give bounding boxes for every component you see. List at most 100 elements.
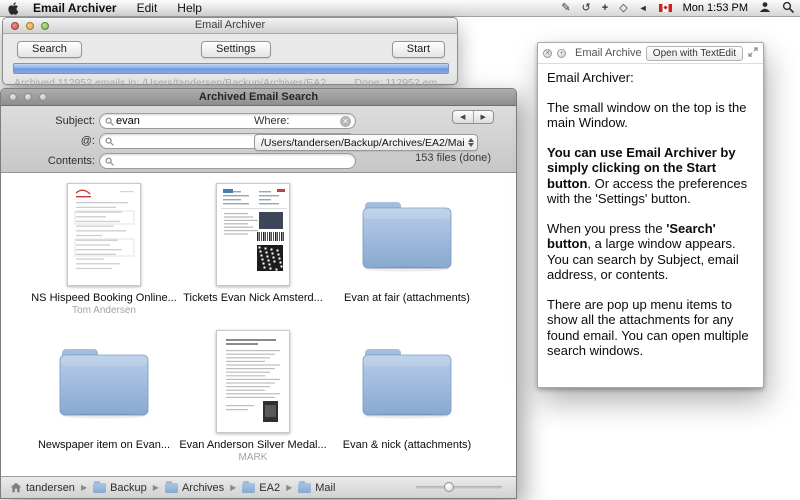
item-label: NS Hispeed Booking Online...	[29, 292, 179, 304]
search-window-titlebar[interactable]: Archived Email Search	[1, 89, 516, 106]
home-icon	[10, 482, 22, 493]
clear-icon[interactable]: ✕	[340, 116, 351, 127]
path-segment-label: Archives	[182, 482, 224, 494]
where-popup-value: /Users/tandersen/Backup/Archives/EA2/Mai…	[261, 137, 464, 149]
popup-arrows-icon	[464, 135, 477, 150]
zoom-button[interactable]	[39, 93, 47, 101]
path-bar: tandersen▶Backup▶Archives▶EA2▶Mail	[1, 476, 516, 498]
path-segment-label: Backup	[110, 482, 147, 494]
item-label: Evan at fair (attachments)	[332, 292, 482, 304]
chevron-right-icon: ▶	[153, 483, 159, 492]
back-forward-control[interactable]: ◀ ▶	[452, 110, 494, 124]
search-results-grid: NS Hispeed Booking Online...Tom Andersen…	[1, 173, 516, 476]
path-segment-ea2[interactable]: EA2	[242, 482, 280, 494]
chevron-right-icon: ▶	[286, 483, 292, 492]
paragraph: When you press the 'Search' button, a la…	[547, 221, 754, 283]
start-button[interactable]: Start	[392, 41, 445, 58]
diamond-icon[interactable]: ◇	[619, 0, 627, 16]
quicklook-title: Email Archiver.rtf	[571, 47, 641, 59]
main-window-titlebar[interactable]: Email Archiver	[3, 18, 457, 34]
zoom-button[interactable]	[41, 22, 49, 30]
folder-item[interactable]: Evan & nick (attachments)	[332, 326, 482, 464]
forward-icon[interactable]: ▶	[474, 111, 494, 123]
minimize-button[interactable]	[26, 22, 34, 30]
quicklook-window: ✕ + Email Archiver.rtf Open with TextEdi…	[537, 42, 764, 388]
item-subtitle	[178, 305, 328, 317]
where-popup-menu[interactable]: /Users/tandersen/Backup/Archives/EA2/Mai…	[254, 134, 478, 151]
spotlight-search-icon[interactable]	[782, 1, 794, 16]
contents-search-field[interactable]	[99, 153, 356, 169]
apple-icon[interactable]	[8, 2, 19, 15]
path-segment-label: EA2	[259, 482, 280, 494]
time-machine-icon[interactable]: ↺	[582, 0, 591, 16]
close-button[interactable]	[9, 93, 17, 101]
email-archiver-main-window: Email Archiver Search Settings Start Arc…	[2, 17, 458, 85]
item-subtitle	[332, 452, 482, 464]
document-thumbnail	[67, 183, 141, 286]
file-item[interactable]: Evan Anderson Silver Medal...MARK	[178, 326, 328, 464]
paragraph: Email Archiver:	[547, 70, 754, 86]
archived-email-search-window: Archived Email Search ◀ ▶ Subject: ✕ @: …	[0, 88, 517, 499]
folder-icon	[52, 341, 156, 421]
paragraph: There are pop up menu items to show all …	[547, 297, 754, 359]
search-window-title: Archived Email Search	[199, 91, 318, 103]
open-with-textedit-button[interactable]: Open with TextEdit	[646, 46, 743, 61]
item-subtitle	[332, 305, 482, 317]
quicklook-titlebar[interactable]: ✕ + Email Archiver.rtf Open with TextEdi…	[538, 43, 763, 64]
path-segment-archives[interactable]: Archives	[165, 482, 224, 494]
close-button[interactable]	[11, 22, 19, 30]
contents-label: Contents:	[37, 155, 95, 167]
folder-icon	[298, 483, 311, 493]
folder-item[interactable]: Newspaper item on Evan...	[29, 326, 179, 464]
paragraph: You can use Email Archiver by simply cli…	[547, 145, 754, 207]
progress-fill	[14, 64, 448, 73]
menu-help[interactable]: Help	[177, 1, 202, 15]
file-item[interactable]: Tickets Evan Nick Amsterd...	[178, 179, 328, 317]
archive-progress-bar	[13, 63, 449, 74]
path-segment-label: Mail	[315, 482, 335, 494]
minimize-button[interactable]	[24, 93, 32, 101]
menu-clock[interactable]: Mon 1:53 PM	[683, 2, 748, 14]
item-subtitle: MARK	[178, 452, 328, 464]
address-label: @:	[37, 135, 95, 147]
settings-button[interactable]: Settings	[201, 41, 271, 58]
item-label: Evan Anderson Silver Medal...	[178, 439, 328, 451]
menu-edit[interactable]: Edit	[137, 1, 158, 15]
search-toolbar: ◀ ▶ Subject: ✕ @: Contents: Where: /User…	[1, 106, 516, 173]
folder-icon	[93, 483, 106, 493]
file-item[interactable]: NS Hispeed Booking Online...Tom Andersen	[29, 179, 179, 317]
item-subtitle	[29, 452, 179, 464]
item-label: Evan & nick (attachments)	[332, 439, 482, 451]
back-icon[interactable]: ◀	[453, 111, 474, 123]
search-button[interactable]: Search	[17, 41, 82, 58]
item-label: Tickets Evan Nick Amsterd...	[178, 292, 328, 304]
search-icon	[105, 157, 114, 166]
contents-input[interactable]	[114, 155, 351, 167]
close-icon[interactable]: ✕	[543, 49, 552, 58]
path-segment-mail[interactable]: Mail	[298, 482, 335, 494]
document-text: Email Archiver:The small window on the t…	[538, 64, 763, 359]
slider-knob[interactable]	[444, 482, 454, 492]
menu-email-archiver[interactable]: Email Archiver	[33, 1, 117, 15]
item-label: Newspaper item on Evan...	[29, 439, 179, 451]
pen-icon[interactable]: ✎	[561, 0, 570, 16]
speaker-icon[interactable]: ◄	[639, 0, 648, 16]
main-window-title: Email Archiver	[195, 19, 265, 31]
crosshair-icon[interactable]: +	[602, 0, 608, 16]
subject-search-field[interactable]: ✕	[99, 113, 356, 129]
menu-bar: Email Archiver Edit Help ✎ ↺ + ◇ ◄ Mon 1:5…	[0, 0, 800, 17]
chevron-right-icon: ▶	[230, 483, 236, 492]
files-count-text: 153 files (done)	[415, 152, 491, 164]
path-segment-tandersen[interactable]: tandersen	[10, 482, 75, 494]
canada-flag-icon[interactable]	[659, 4, 672, 12]
slider-track	[416, 486, 502, 489]
search-icon	[105, 137, 114, 146]
folder-item[interactable]: Evan at fair (attachments)	[332, 179, 482, 317]
menu-items: Email Archiver Edit Help	[33, 1, 222, 15]
fullscreen-icon[interactable]	[748, 44, 758, 62]
user-icon[interactable]	[759, 1, 771, 16]
icon-size-slider[interactable]	[416, 483, 502, 491]
path-segment-backup[interactable]: Backup	[93, 482, 147, 494]
add-icon[interactable]: +	[557, 49, 566, 58]
document-thumbnail	[216, 330, 290, 433]
